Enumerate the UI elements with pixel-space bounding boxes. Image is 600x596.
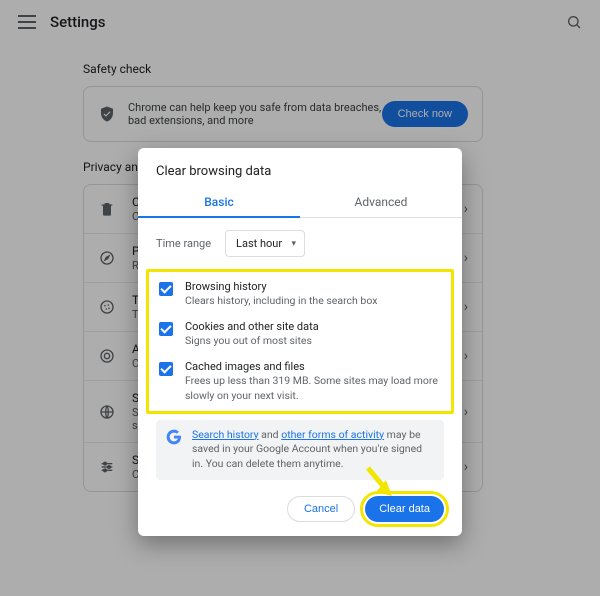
option-sub: Signs you out of most sites: [185, 334, 319, 348]
dialog-tabs: Basic Advanced: [138, 189, 462, 218]
google-logo-icon: [166, 429, 182, 445]
option-cached[interactable]: Cached images and files Frees up less th…: [149, 356, 451, 410]
options-highlight: Browsing history Clears history, includi…: [146, 269, 454, 414]
option-cookies[interactable]: Cookies and other site data Signs you ou…: [149, 316, 451, 356]
tab-basic[interactable]: Basic: [138, 189, 300, 217]
clear-browsing-data-dialog: Clear browsing data Basic Advanced Time …: [138, 148, 462, 536]
time-range-row: Time range Last hour: [138, 218, 462, 269]
dialog-actions: Cancel Clear data: [138, 480, 462, 522]
option-title: Cookies and other site data: [185, 320, 319, 333]
tab-advanced[interactable]: Advanced: [300, 189, 462, 217]
other-activity-link[interactable]: other forms of activity: [281, 428, 384, 441]
search-history-link[interactable]: Search history: [192, 428, 259, 441]
option-title: Cached images and files: [185, 360, 441, 373]
checkbox-cached[interactable]: [159, 362, 173, 376]
option-sub: Clears history, including in the search …: [185, 294, 377, 308]
checkbox-browsing-history[interactable]: [159, 282, 173, 296]
option-title: Browsing history: [185, 280, 377, 293]
cancel-button[interactable]: Cancel: [287, 496, 355, 522]
time-range-select[interactable]: Last hour: [225, 230, 305, 257]
option-sub: Frees up less than 319 MB. Some sites ma…: [185, 374, 441, 402]
time-range-label: Time range: [156, 237, 211, 250]
checkbox-cookies[interactable]: [159, 322, 173, 336]
google-account-text: Search history and other forms of activi…: [192, 428, 434, 472]
option-browsing-history[interactable]: Browsing history Clears history, includi…: [149, 276, 451, 316]
google-account-info: Search history and other forms of activi…: [156, 420, 444, 480]
clear-data-button[interactable]: Clear data: [365, 496, 444, 522]
info-mid: and: [259, 428, 282, 441]
dialog-title: Clear browsing data: [138, 148, 462, 189]
